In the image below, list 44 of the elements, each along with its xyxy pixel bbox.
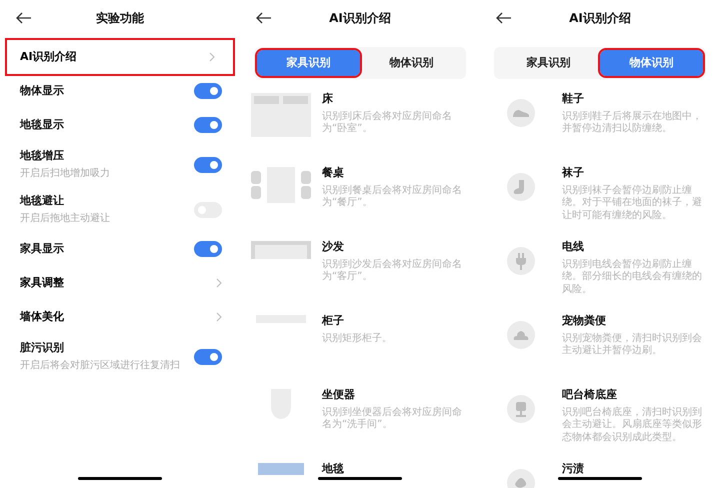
row-hint: 开启后拖地主动避让 [20,212,110,226]
screen-title: AI识别介绍 [569,10,631,27]
item-name: 餐桌 [322,165,345,181]
item-name: 污渍 [562,461,584,477]
tab[interactable]: 家具识别 [497,50,600,76]
tab[interactable]: 物体识别 [600,50,703,76]
tab[interactable]: 物体识别 [360,50,463,76]
item-name: 袜子 [562,165,585,181]
item-name: 地毯 [322,461,344,477]
item-name: 宠物粪便 [562,313,607,329]
row-hint: 开启后扫地增加吸力 [20,166,110,182]
row-label: 家具显示 [20,240,64,257]
item-description: 识别到袜子会暂停边刷防止缠绕。对于平铺在地面的袜子，避让时可能有缠绕的风险。 [562,184,703,222]
settings-link-row[interactable]: 墙体美化 [0,300,240,334]
settings-link-row[interactable]: AI识别介绍 [7,40,233,74]
screen-title: AI识别介绍 [329,10,391,27]
row-label: 墙体美化 [20,308,64,325]
item-name: 坐便器 [322,387,356,403]
screen-title: 实验功能 [96,10,144,27]
item-description: 识别到鞋子后将展示在地图中，并暂停边清扫以防缠绕。 [562,110,703,136]
item-name: 吧台椅底座 [562,387,618,403]
row-label: 地毯显示 [20,116,64,133]
item-description: 识别到餐桌后会将对应房间命名为“餐厅”。 [322,184,463,210]
item-description: 识别到沙发后会将对应房间命名为“客厅”。 [322,258,463,284]
item-name: 鞋子 [562,91,585,107]
row-label: 物体显示 [20,82,64,99]
item-name: 柜子 [322,313,345,329]
item-name: 床 [322,91,334,107]
row-label: 脏污识别 [20,340,65,356]
item-description: 识别矩形柜子。 [322,332,393,345]
row-hint: 开启后将会对脏污区域进行往复清扫 [20,358,180,374]
item-description: 识别到坐便器后会将对应房间命名为“洗手间”。 [322,406,463,432]
item-name: 电线 [562,239,585,255]
settings-link-row[interactable]: 家具调整 [0,266,240,300]
item-name: 沙发 [322,239,345,255]
tab[interactable]: 家具识别 [257,50,360,76]
row-label: 地毯避让 [20,192,65,209]
item-description: 识别到电线会暂停边刷防止缠绕。部分细长的电线会有缠绕的风险。 [562,258,703,296]
row-label: 家具调整 [20,274,64,291]
row-label: 地毯增压 [20,148,65,164]
item-description: 识别宠物粪便，清扫时识别到会主动避让并暂停边刷。 [562,332,703,358]
item-description: 识别到床后会将对应房间命名为“卧室”。 [322,110,453,136]
row-label: AI识别介绍 [20,48,77,65]
item-description: 识别吧台椅底座，清扫时识别到会主动避让。风扇底座等类似形态物体都会识别成此类型。 [562,406,703,444]
